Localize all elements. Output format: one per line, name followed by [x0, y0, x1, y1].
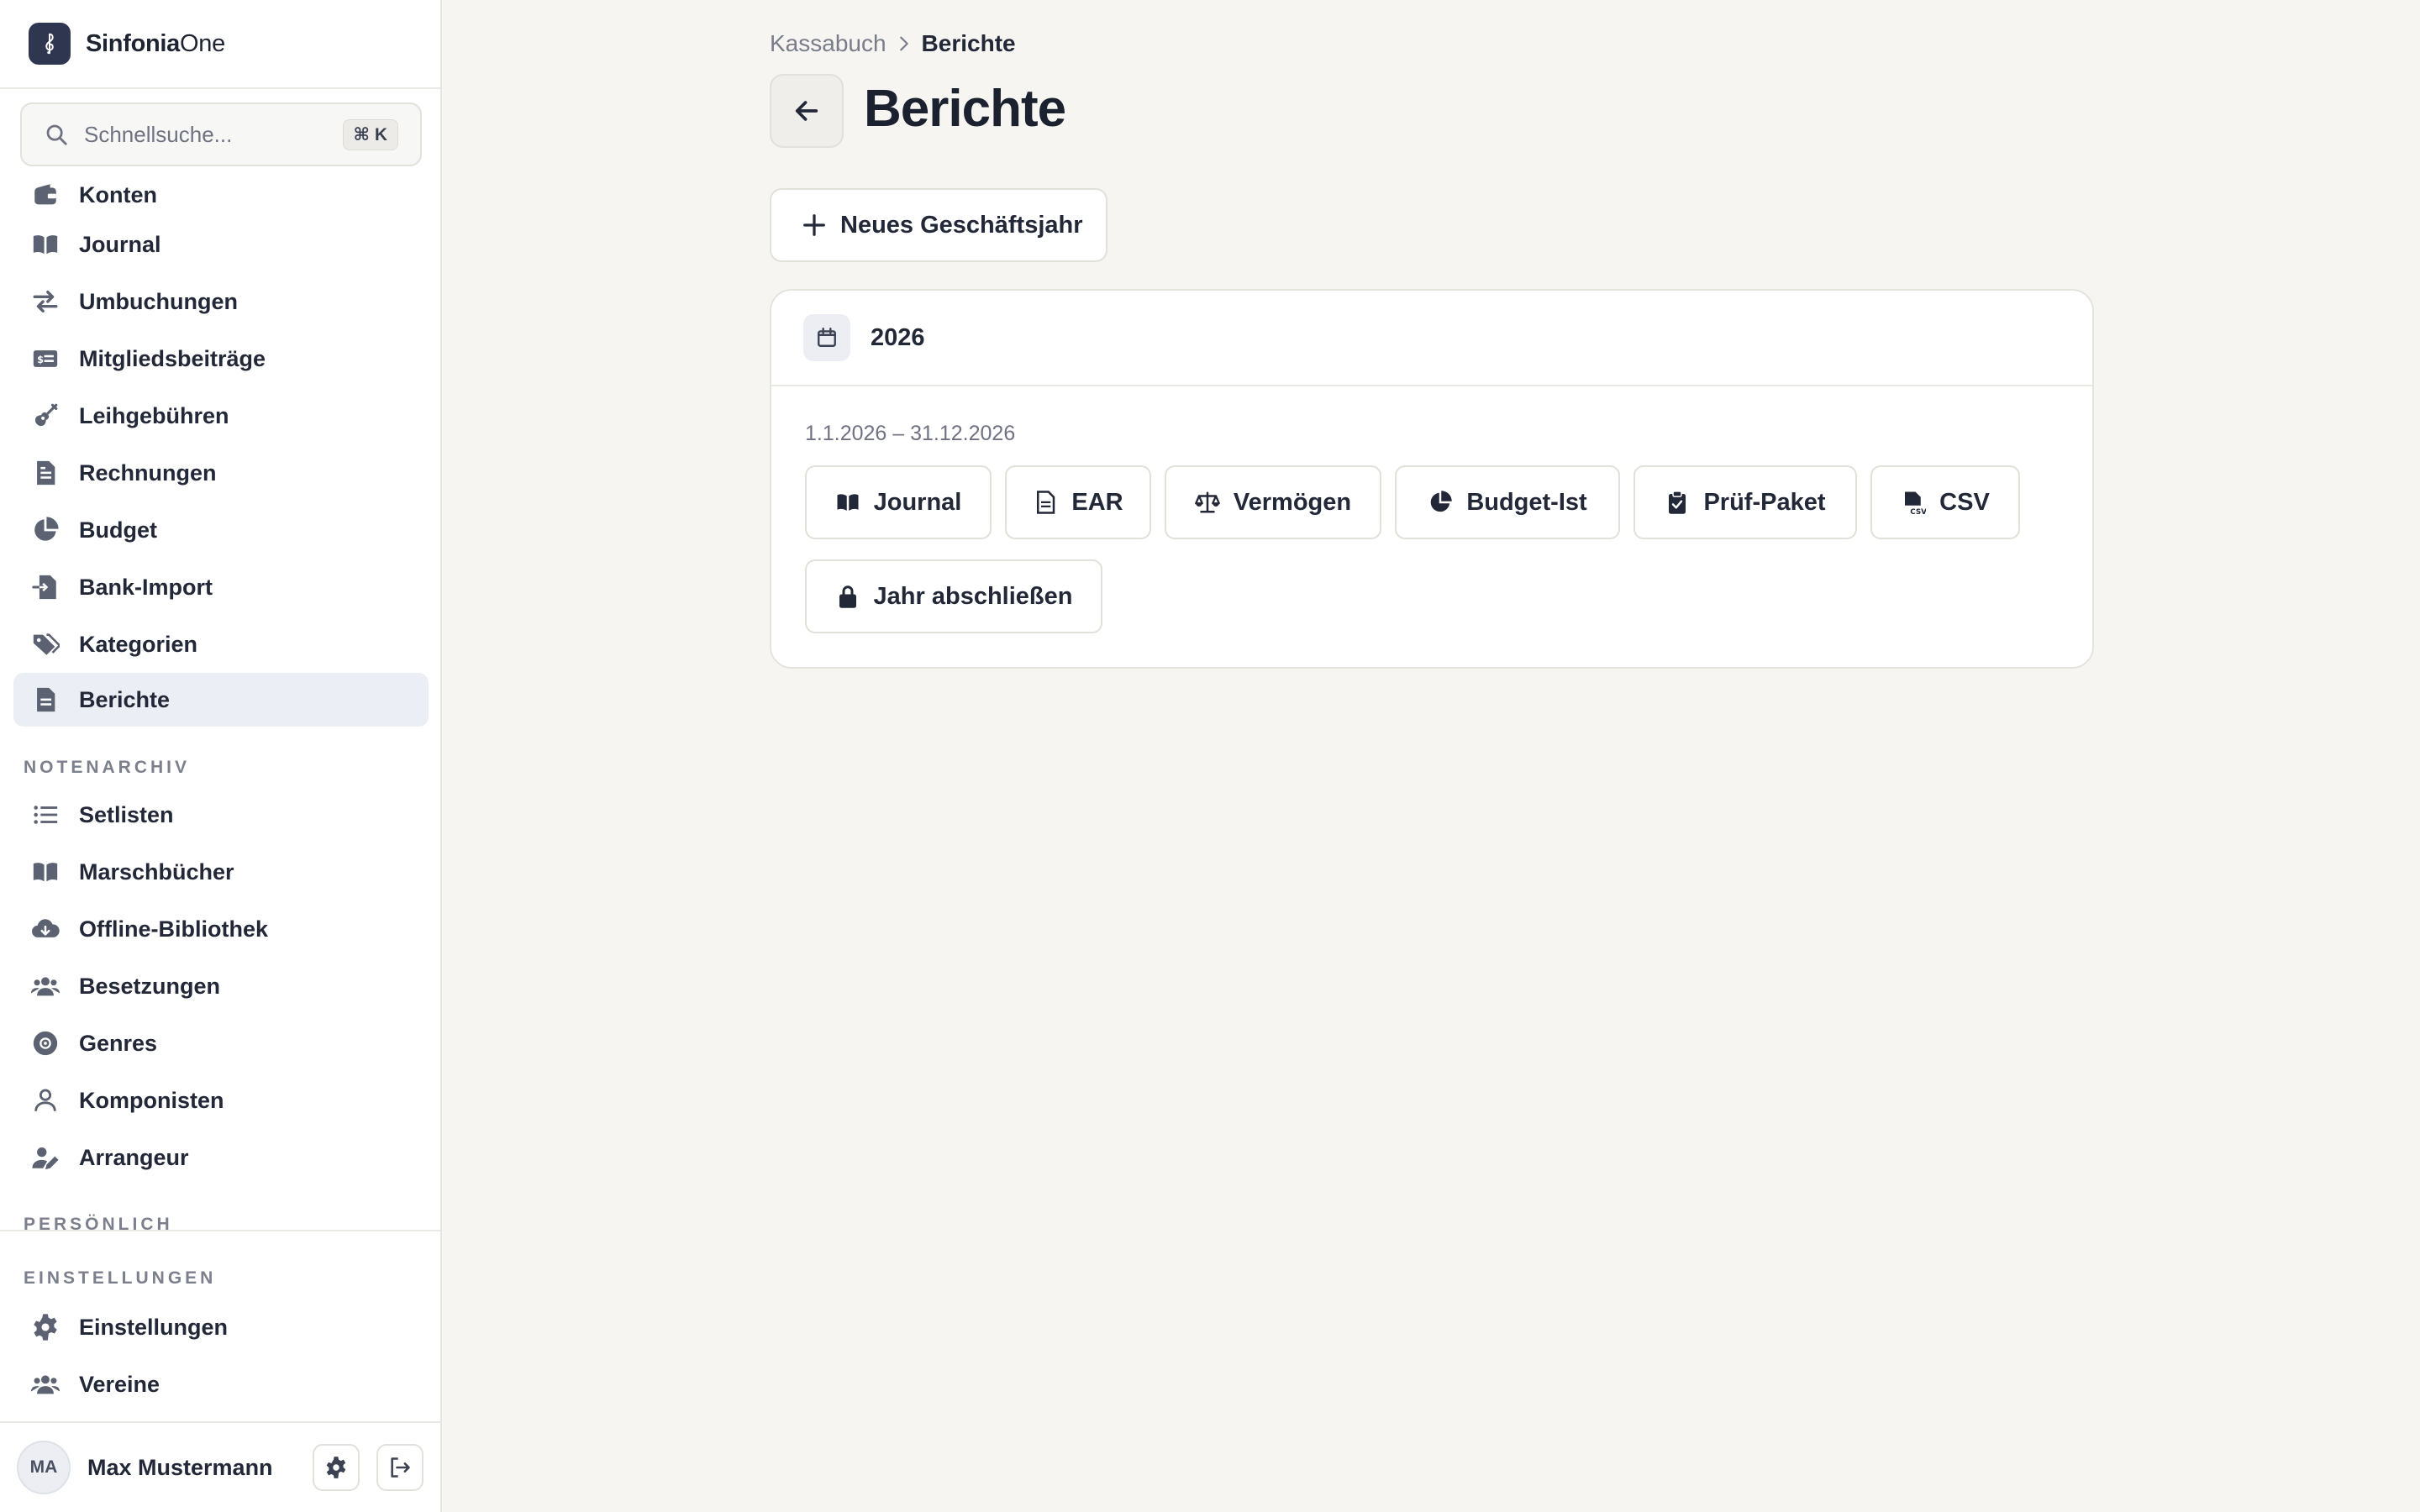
main-content: Kassabuch Berichte Berichte Neues Geschä… [442, 0, 2420, 1512]
section-label-notenarchiv: NOTENARCHIV [24, 758, 191, 777]
close-year-button[interactable]: Jahr abschließen [805, 559, 1102, 633]
user-edit-icon [30, 1142, 60, 1173]
user-bar: MA Max Mustermann [0, 1423, 440, 1512]
user-name: Max Mustermann [87, 1454, 273, 1480]
search-icon [46, 124, 67, 145]
sidebar-divider [0, 1230, 440, 1231]
pie-chart-icon [1431, 491, 1453, 512]
scale-icon [1195, 491, 1220, 513]
svg-text:$: $ [37, 354, 44, 365]
pie-chart-icon [30, 515, 60, 545]
book-open-icon [30, 229, 60, 260]
record-icon [30, 1028, 60, 1058]
new-fiscal-year-button[interactable]: Neues Geschäftsjahr [770, 188, 1107, 262]
sidebar-item-offline-bibliothek[interactable]: Offline-Bibliothek [13, 902, 429, 956]
sidebar-item-arrangeur[interactable]: Arrangeur [13, 1131, 429, 1184]
logo-icon [29, 23, 71, 65]
svg-text:CSV: CSV [1910, 508, 1926, 515]
user-outline-icon [30, 1085, 60, 1116]
plus-icon [803, 214, 825, 236]
file-text-icon [30, 685, 60, 715]
fiscal-year-range: 1.1.2026 – 31.12.2026 [805, 422, 1016, 445]
logout-icon [391, 1457, 410, 1478]
fiscal-year-label: 2026 [871, 323, 925, 351]
search-input[interactable]: Schnellsuche... ⌘ K [20, 102, 422, 166]
clipboard-check-icon [1669, 491, 1686, 514]
report-ear-button[interactable]: EAR [1005, 465, 1151, 539]
list-icon [30, 800, 60, 830]
sidebar-item-mitgliedsbeitraege[interactable]: $ Mitgliedsbeiträge [13, 332, 429, 386]
sidebar-item-besetzungen[interactable]: Besetzungen [13, 959, 429, 1013]
tags-icon [30, 629, 60, 659]
chevron-right-icon [899, 36, 908, 51]
gear-icon [30, 1312, 60, 1342]
logout-button[interactable] [376, 1444, 424, 1491]
sidebar-item-setlisten[interactable]: Setlisten [13, 788, 429, 842]
sidebar-item-umbuchungen[interactable]: Umbuchungen [13, 275, 429, 328]
users-icon [30, 1369, 60, 1399]
file-csv-icon: CSV [1905, 491, 1926, 515]
search-placeholder: Schnellsuche... [84, 121, 233, 147]
report-pruef-paket-button[interactable]: Prüf-Paket [1634, 465, 1857, 539]
sidebar-item-komponisten[interactable]: Komponisten [13, 1074, 429, 1127]
file-text-icon [1037, 491, 1055, 514]
wallet-icon [30, 180, 60, 210]
file-invoice-icon [30, 458, 60, 488]
user-settings-button[interactable] [313, 1444, 360, 1491]
sidebar-item-konten[interactable]: Konten [13, 168, 429, 222]
sidebar-item-kategorien[interactable]: Kategorien [13, 617, 429, 671]
sidebar-item-rechnungen[interactable]: Rechnungen [13, 446, 429, 500]
back-button[interactable] [770, 74, 844, 148]
sidebar-item-einstellungen[interactable]: Einstellungen [13, 1300, 429, 1354]
sidebar-nav[interactable]: Konten Journal Umbuchungen $ Mitgliedsbe… [0, 168, 440, 1230]
cloud-download-icon [30, 914, 60, 944]
money-card-icon: $ [30, 344, 60, 374]
sidebar-item-vereine[interactable]: Vereine [13, 1357, 429, 1411]
section-label-persoenlich: PERSÖNLICH [24, 1215, 173, 1230]
report-journal-button[interactable]: Journal [805, 465, 992, 539]
search-shortcut-badge: ⌘ K [342, 118, 398, 150]
users-icon [30, 971, 60, 1001]
arrows-right-left-icon [30, 286, 60, 317]
report-budget-ist-button[interactable]: Budget-Ist [1395, 465, 1620, 539]
sidebar-item-budget[interactable]: Budget [13, 503, 429, 557]
arrow-left-icon [795, 101, 818, 121]
avatar[interactable]: MA [17, 1441, 71, 1494]
brand-name: SinfoniaOne [86, 29, 225, 57]
breadcrumb-kassabuch[interactable]: Kassabuch [770, 30, 886, 57]
sidebar: SinfoniaOne Schnellsuche... ⌘ K Konten J… [0, 0, 442, 1512]
report-csv-button[interactable]: CSV CSV [1870, 465, 2020, 539]
fiscal-year-card: 2026 1.1.2026 – 31.12.2026 Journal EAR V… [770, 289, 2094, 669]
breadcrumb-current: Berichte [921, 30, 1016, 56]
page-title: Berichte [864, 80, 1066, 138]
sidebar-item-berichte[interactable]: Berichte [13, 673, 429, 727]
sidebar-item-journal[interactable]: Journal [13, 218, 429, 271]
lock-icon [839, 585, 856, 608]
fiscal-year-card-header: 2026 [771, 291, 2092, 386]
file-import-icon [30, 572, 60, 602]
brand[interactable]: SinfoniaOne [0, 0, 440, 89]
breadcrumb: Kassabuch Berichte [770, 30, 1016, 57]
sidebar-item-marschbuecher[interactable]: Marschbücher [13, 845, 429, 899]
calendar-icon [803, 314, 850, 361]
guitar-icon [30, 401, 60, 431]
gear-icon [326, 1457, 346, 1478]
sidebar-item-genres[interactable]: Genres [13, 1016, 429, 1070]
section-label-einstellungen: EINSTELLUNGEN [24, 1268, 217, 1288]
sidebar-item-bank-import[interactable]: Bank-Import [13, 560, 429, 614]
book-open-icon [837, 494, 859, 511]
book-open-icon [30, 857, 60, 887]
report-vermoegen-button[interactable]: Vermögen [1165, 465, 1381, 539]
sidebar-item-leihgebuehren[interactable]: Leihgebühren [13, 389, 429, 443]
